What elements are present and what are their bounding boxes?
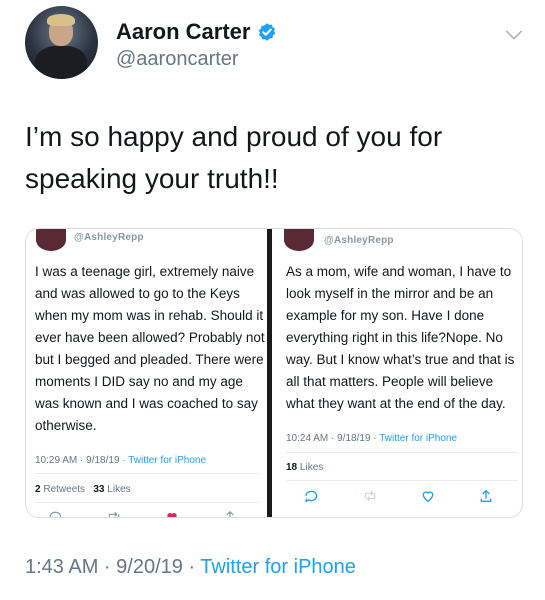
like-count-label: Likes	[107, 484, 131, 495]
quoted-tweet-actions	[304, 488, 494, 504]
retweet-icon	[364, 490, 376, 502]
retweet-count: 2	[35, 484, 41, 495]
retweet-count-label: Retweets	[43, 484, 86, 495]
like-icon	[167, 513, 177, 517]
divider	[35, 502, 260, 503]
quoted-tweet-text: As a mom, wife and woman, I have to look…	[286, 264, 515, 411]
verified-badge-icon	[259, 23, 276, 41]
like-count: 33	[93, 484, 105, 495]
username[interactable]: @aaroncarter	[116, 48, 239, 71]
quoted-tweet-stats: 2 Retweets 33 Likes	[35, 484, 131, 495]
source-link[interactable]: Twitter for iPhone	[200, 556, 356, 578]
reply-icon	[305, 490, 318, 503]
quoted-tweet-source: Twitter for iPhone	[128, 455, 207, 466]
avatar[interactable]	[25, 6, 98, 79]
tweet-media[interactable]: @AshleyRepp I was a teenage girl, extrem…	[25, 228, 523, 518]
display-name[interactable]: Aaron Carter	[116, 19, 277, 45]
quoted-handle: @AshleyRepp	[324, 235, 394, 246]
display-name-text[interactable]: Aaron Carter	[116, 19, 250, 45]
quoted-tweet-source: Twitter for iPhone	[379, 433, 458, 444]
share-icon	[480, 489, 492, 502]
media-image-left[interactable]: @AshleyRepp I was a teenage girl, extrem…	[26, 229, 267, 517]
like-count: 18	[286, 462, 298, 473]
share-icon	[226, 510, 234, 517]
tweet-header: Aaron Carter @aaroncarter	[25, 6, 525, 86]
quoted-tweet-actions	[48, 509, 238, 517]
quoted-tweet-time: 10:24 AM · 9/18/19 ·	[286, 433, 380, 444]
retweet-icon	[108, 511, 120, 517]
tweet-timestamp[interactable]: 1:43 AM · 9/20/19 · Twitter for iPhone	[25, 556, 356, 579]
avatar	[284, 229, 314, 251]
quoted-tweet-text: I was a teenage girl, extremely naive an…	[35, 264, 265, 433]
like-count-label: Likes	[299, 462, 324, 473]
tweet-text: I’m so happy and proud of you for speaki…	[25, 121, 443, 194]
divider	[35, 473, 260, 474]
chevron-down-icon[interactable]	[503, 24, 525, 46]
divider	[286, 480, 518, 481]
like-icon	[422, 491, 434, 503]
quoted-tweet-time: 10:29 AM · 9/18/19 ·	[35, 455, 129, 466]
media-image-right[interactable]: @AshleyRepp As a mom, wife and woman, I …	[272, 229, 522, 517]
timestamp-text[interactable]: 1:43 AM · 9/20/19 ·	[25, 556, 200, 578]
quoted-handle: @AshleyRepp	[74, 232, 144, 243]
quoted-tweet-stats: 18 Likes	[286, 462, 323, 473]
divider	[286, 452, 518, 453]
reply-icon	[49, 511, 62, 517]
avatar	[36, 229, 66, 251]
quoted-tweet-meta: 10:29 AM · 9/18/19 · Twitter for iPhone	[35, 455, 206, 466]
quoted-tweet-meta: 10:24 AM · 9/18/19 · Twitter for iPhone	[286, 433, 457, 444]
